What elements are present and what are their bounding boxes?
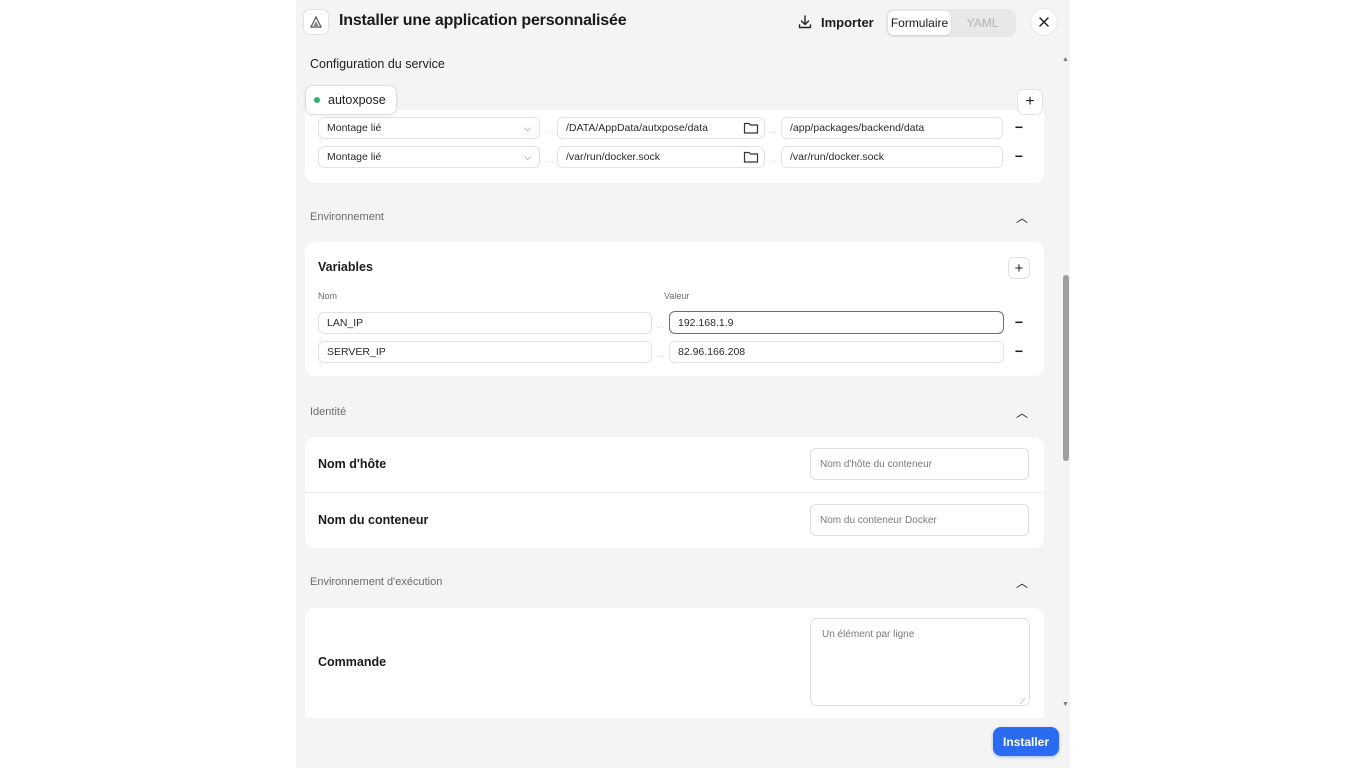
volume-type-select[interactable]: Montage lié ⌵	[318, 146, 540, 168]
remove-variable-button[interactable]: −	[1010, 342, 1028, 360]
scrollbar-thumb[interactable]	[1063, 275, 1069, 461]
volume-container-path-input[interactable]: /var/run/docker.sock	[781, 146, 1003, 168]
minus-icon: −	[1014, 314, 1024, 330]
volume-type-value: Montage lié	[327, 151, 382, 163]
add-service-button[interactable]: +	[1017, 89, 1043, 115]
hostname-placeholder: Nom d'hôte du conteneur	[820, 458, 932, 470]
volume-type-value: Montage lié	[327, 122, 382, 134]
env-name-input[interactable]: LAN_IP	[318, 312, 652, 334]
volume-container-path-input[interactable]: /app/packages/backend/data	[781, 117, 1003, 139]
env-name-input[interactable]: SERVER_IP	[318, 341, 652, 363]
env-value-input[interactable]: 192.168.1.9	[669, 311, 1004, 334]
minus-icon: −	[1014, 119, 1024, 135]
import-label: Importer	[821, 14, 874, 30]
scroll-up-arrow-icon[interactable]: ▲	[1062, 56, 1069, 63]
service-name: autoxpose	[328, 93, 386, 107]
env-value-value: 192.168.1.9	[678, 316, 734, 329]
volume-host-path-value: /var/run/docker.sock	[566, 151, 660, 163]
import-button[interactable]: Importer	[797, 12, 874, 32]
command-placeholder: Un élément par ligne	[822, 629, 915, 640]
remove-volume-button[interactable]: −	[1010, 118, 1028, 136]
volume-container-path-value: /app/packages/backend/data	[790, 122, 925, 134]
separator-dots: …	[657, 350, 665, 359]
service-tab-autoxpose[interactable]: autoxpose	[305, 85, 397, 115]
folder-icon[interactable]	[743, 150, 759, 164]
minus-icon: −	[1014, 148, 1024, 164]
close-button[interactable]	[1030, 8, 1058, 36]
env-name-value: LAN_IP	[327, 317, 364, 329]
command-textarea[interactable]: Un élément par ligne	[810, 618, 1030, 706]
plus-icon: +	[1014, 259, 1024, 277]
tab-yaml[interactable]: YAML	[951, 11, 1014, 35]
row-divider	[305, 492, 1044, 493]
collapse-identity-button[interactable]: ︿	[1012, 402, 1032, 422]
volume-host-path-value: /DATA/AppData/autxpose/data	[566, 122, 709, 134]
chevron-up-icon: ︿	[1015, 575, 1028, 590]
chevron-down-icon: ⌵	[524, 122, 531, 133]
variables-title: Variables	[318, 260, 373, 274]
download-icon	[798, 15, 812, 29]
container-name-input[interactable]: Nom du conteneur Docker	[810, 504, 1029, 536]
separator-dots: …	[546, 155, 554, 164]
volume-container-path-value: /var/run/docker.sock	[790, 151, 884, 163]
close-icon	[1039, 17, 1049, 27]
section-label-execution: Environnement d'exécution	[310, 576, 443, 588]
resize-handle-icon[interactable]: ⟋	[1020, 697, 1026, 707]
collapse-execution-button[interactable]: ︿	[1012, 572, 1032, 592]
separator-dots: …	[546, 126, 554, 135]
collapse-environment-button[interactable]: ︿	[1012, 207, 1032, 227]
remove-variable-button[interactable]: −	[1010, 313, 1028, 331]
section-label-identity: Identité	[310, 406, 347, 418]
view-mode-toggle: Formulaire YAML	[886, 9, 1016, 37]
column-header-value: Valeur	[664, 291, 690, 301]
remove-volume-button[interactable]: −	[1010, 147, 1028, 165]
container-name-placeholder: Nom du conteneur Docker	[820, 514, 937, 526]
separator-dots: …	[769, 126, 777, 135]
env-value-value: 82.96.166.208	[678, 346, 746, 358]
folder-icon[interactable]	[743, 121, 759, 135]
add-variable-button[interactable]: +	[1008, 257, 1030, 279]
volume-host-path-input[interactable]: /DATA/AppData/autxpose/data	[557, 117, 765, 139]
minus-icon: −	[1014, 343, 1024, 359]
hostname-input[interactable]: Nom d'hôte du conteneur	[810, 448, 1029, 480]
chevron-down-icon: ⌵	[524, 151, 531, 162]
hostname-label: Nom d'hôte	[318, 457, 387, 471]
container-name-label: Nom du conteneur	[318, 513, 429, 527]
chevron-up-icon: ︿	[1015, 210, 1028, 225]
dialog-title: Installer une application personnalisée	[339, 12, 627, 29]
volume-type-select[interactable]: Montage lié ⌵	[318, 117, 540, 139]
section-label-environment: Environnement	[310, 211, 384, 223]
column-header-name: Nom	[318, 291, 338, 301]
chevron-up-icon: ︿	[1015, 405, 1028, 420]
scroll-down-arrow-icon[interactable]: ▼	[1062, 701, 1069, 708]
volume-host-path-input[interactable]: /var/run/docker.sock	[557, 146, 765, 168]
service-config-title: Configuration du service	[310, 57, 445, 71]
install-button[interactable]: Installer	[993, 727, 1059, 756]
env-value-input[interactable]: 82.96.166.208	[669, 341, 1004, 363]
tab-formulaire[interactable]: Formulaire	[888, 11, 951, 35]
env-name-value: SERVER_IP	[327, 346, 386, 358]
plus-icon: +	[1025, 93, 1035, 110]
separator-dots: …	[657, 321, 665, 330]
command-label: Commande	[318, 655, 387, 669]
triangle-logo-icon	[303, 9, 329, 35]
status-dot	[314, 97, 320, 103]
separator-dots: …	[769, 155, 777, 164]
